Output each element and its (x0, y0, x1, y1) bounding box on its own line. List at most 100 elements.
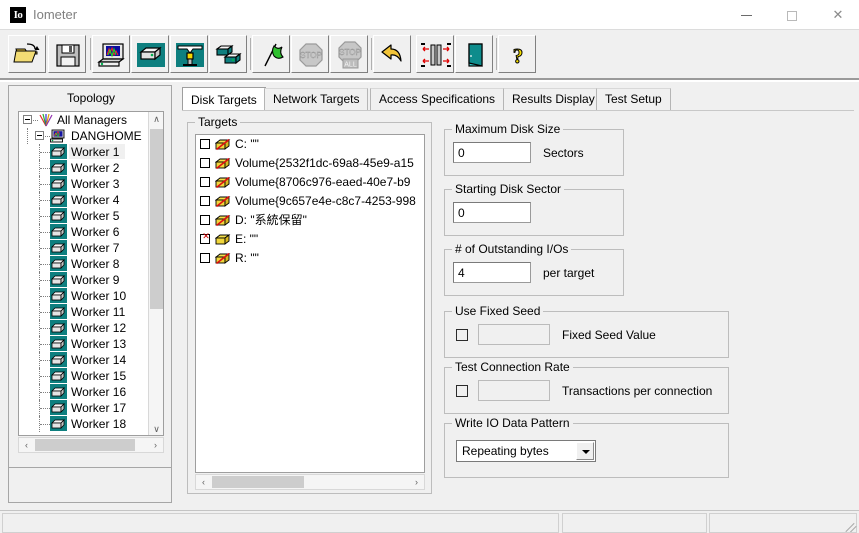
help-button[interactable]: ? (498, 35, 536, 73)
swap-button[interactable] (416, 35, 454, 73)
tree-node-worker[interactable]: Worker 15 (19, 368, 149, 384)
topology-panel: Topology All Managers DANGHOME Worker 1 … (8, 85, 172, 468)
main-workspace: Topology All Managers DANGHOME Worker 1 … (0, 82, 859, 512)
tree-node-worker[interactable]: Worker 4 (19, 192, 149, 208)
tree-node-worker[interactable]: Worker 2 (19, 160, 149, 176)
tree-node-worker[interactable]: Worker 12 (19, 320, 149, 336)
exit-button[interactable] (455, 35, 493, 73)
maximum-disk-size-input[interactable]: 0 (453, 142, 531, 163)
scroll-down-button[interactable]: ∨ (149, 422, 163, 435)
tree-node-worker[interactable]: Worker 7 (19, 240, 149, 256)
topology-vertical-scrollbar[interactable]: ∧ ∨ (148, 112, 163, 435)
transactions-per-connection-input[interactable] (478, 380, 550, 401)
expander-all-managers[interactable] (23, 115, 32, 124)
stop-test-button[interactable]: STOP (291, 35, 329, 73)
tree-node-worker[interactable]: Worker 6 (19, 224, 149, 240)
test-connection-rate-checkbox[interactable] (456, 385, 468, 397)
duplicate-worker-button[interactable] (209, 35, 247, 73)
scroll-up-button[interactable]: ∧ (149, 112, 163, 127)
starting-disk-sector-input[interactable]: 0 (453, 202, 531, 223)
tree-node-worker[interactable]: Worker 10 (19, 288, 149, 304)
close-button[interactable]: ✕ (815, 0, 859, 29)
target-checkbox[interactable] (200, 158, 210, 168)
target-list-item[interactable]: D: "系統保留" (196, 211, 424, 230)
tree-node-worker[interactable]: Worker 14 (19, 352, 149, 368)
minimize-button[interactable] (723, 0, 769, 29)
tree-node-all-managers[interactable]: All Managers (19, 112, 149, 128)
target-list-item[interactable]: Volume{2532f1dc-69a8-45e9-a15 (196, 154, 424, 173)
target-list-item[interactable]: C: "" (196, 135, 424, 154)
topology-horizontal-scrollbar[interactable]: ‹ › (18, 437, 164, 453)
target-checkbox[interactable] (200, 177, 210, 187)
target-checkbox[interactable] (200, 139, 210, 149)
fixed-seed-value-input[interactable] (478, 324, 550, 345)
topology-title: Topology (66, 91, 116, 105)
scroll-left-button[interactable]: ‹ (196, 475, 211, 489)
new-worker-button[interactable] (131, 35, 169, 73)
open-folder-icon (13, 43, 40, 63)
tab-test-setup[interactable]: Test Setup (596, 88, 671, 110)
tree-connector (40, 216, 50, 217)
save-config-button[interactable] (48, 35, 86, 73)
scroll-right-button[interactable]: › (148, 438, 163, 452)
target-list-item[interactable]: Volume{8706c976-eaed-40e7-b9 (196, 173, 424, 192)
tree-label-host: DANGHOME (71, 129, 142, 143)
topology-tree[interactable]: All Managers DANGHOME Worker 1 Worker 2 … (18, 111, 164, 436)
start-tests-button[interactable] (252, 35, 290, 73)
scroll-thumb[interactable] (150, 129, 163, 309)
target-list-item[interactable]: E: "" (196, 230, 424, 249)
chevron-down-icon[interactable] (576, 442, 594, 460)
tree-node-worker[interactable]: Worker 1 (19, 144, 149, 160)
use-fixed-seed-checkbox[interactable] (456, 329, 468, 341)
tab-results-display[interactable]: Results Display (503, 88, 604, 110)
tree-connector (40, 296, 50, 297)
scroll-thumb[interactable] (35, 439, 135, 451)
tabstrip: Disk Targets Network Targets Access Spec… (182, 87, 852, 111)
target-list-item[interactable]: Volume{9c657e4e-c8c7-4253-998 (196, 192, 424, 211)
open-config-button[interactable] (8, 35, 46, 73)
tree-node-worker[interactable]: Worker 9 (19, 272, 149, 288)
tree-node-worker[interactable]: Worker 18 (19, 416, 149, 432)
status-pane-3 (709, 513, 857, 533)
target-checkbox[interactable] (200, 215, 210, 225)
target-checkbox[interactable] (200, 196, 210, 206)
tree-node-worker[interactable]: Worker 13 (19, 336, 149, 352)
targets-listbox[interactable]: C: "" Volume{2532f1dc-69a8-45e9-a15 Volume… (195, 134, 425, 473)
test-connection-rate-group: Test Connection Rate Transactions per co… (444, 360, 729, 414)
tree-node-worker[interactable]: Worker 5 (19, 208, 149, 224)
tree-node-worker[interactable]: Worker 11 (19, 304, 149, 320)
target-checkbox[interactable] (200, 253, 210, 263)
scroll-left-button[interactable]: ‹ (19, 438, 34, 452)
tree-node-worker[interactable]: Worker 3 (19, 176, 149, 192)
worker-disk-icon (50, 192, 67, 207)
toolbar-separator (371, 38, 372, 70)
disk-disabled-icon (215, 196, 231, 208)
reset-button[interactable] (373, 35, 411, 73)
scroll-right-button[interactable]: › (409, 475, 424, 489)
outstanding-ios-input[interactable]: 4 (453, 262, 531, 283)
targets-horizontal-scrollbar[interactable]: ‹ › (195, 474, 425, 490)
tree-node-worker[interactable]: Worker 17 (19, 400, 149, 416)
target-list-item[interactable]: R: "" (196, 249, 424, 268)
svg-text:STOP: STOP (339, 48, 361, 57)
write-io-data-pattern-select[interactable]: Repeating bytes (456, 440, 596, 462)
tree-node-worker[interactable]: Worker 16 (19, 384, 149, 400)
resize-grip-icon[interactable] (843, 518, 857, 532)
tree-node-host[interactable]: DANGHOME (19, 128, 149, 144)
target-checkbox[interactable] (200, 231, 211, 244)
window-titlebar: Io Iometer ✕ (0, 0, 859, 30)
maximize-button[interactable] (769, 0, 815, 29)
expander-host[interactable] (35, 131, 44, 140)
write-io-data-pattern-value: Repeating bytes (462, 444, 549, 458)
disconnect-button[interactable] (170, 35, 208, 73)
tab-disk-targets[interactable]: Disk Targets (182, 87, 266, 111)
stop-all-tests-button[interactable]: STOP ALL (330, 35, 368, 73)
outstanding-ios-group: # of Outstanding I/Os 4 per target (444, 242, 624, 296)
tab-access-specifications[interactable]: Access Specifications (370, 88, 505, 110)
tree-node-worker[interactable]: Worker 8 (19, 256, 149, 272)
target-label: D: "系統保留" (235, 213, 307, 227)
status-bar (0, 510, 859, 533)
scroll-thumb[interactable] (212, 476, 304, 488)
tab-network-targets[interactable]: Network Targets (264, 88, 369, 110)
new-manager-button[interactable] (92, 35, 130, 73)
